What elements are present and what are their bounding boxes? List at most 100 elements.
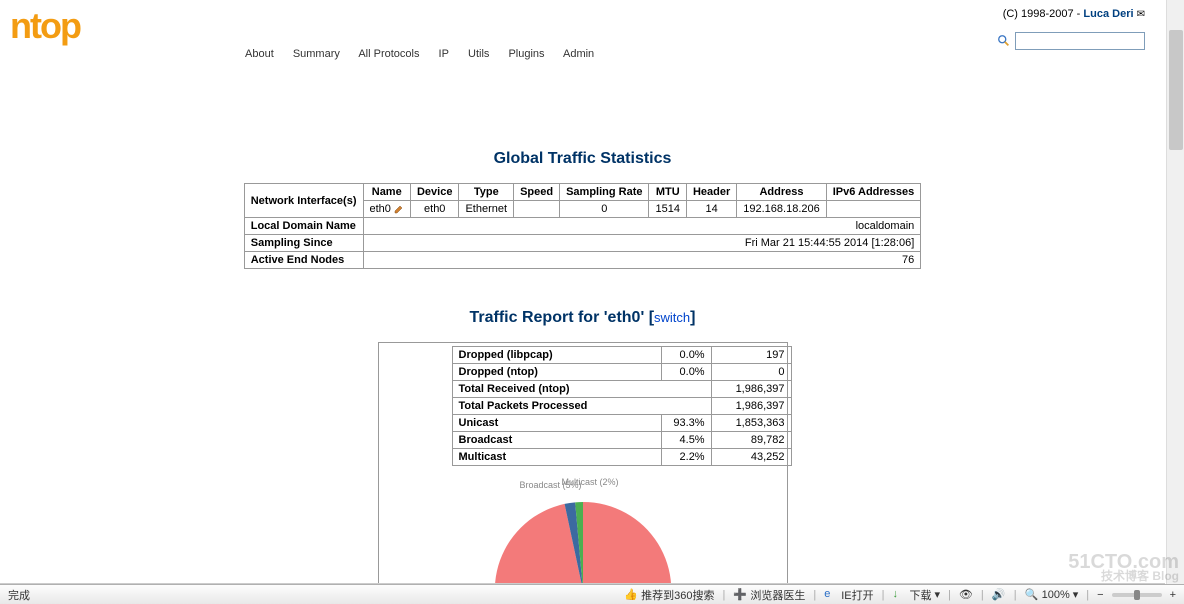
col-device: Device: [410, 184, 458, 201]
scrollbar[interactable]: [1166, 0, 1184, 584]
eye-icon: 👁: [959, 588, 973, 602]
watermark-line2: 技术博客: [1101, 569, 1149, 583]
r3-val: 1,986,397: [711, 398, 791, 415]
sb-ie[interactable]: eIE打开: [824, 587, 873, 603]
sb-rec360[interactable]: 👍推荐到360搜索: [624, 587, 714, 603]
title-close: ]: [690, 309, 695, 326]
title-suffix: ' [: [640, 309, 654, 326]
if-ipv6: [826, 201, 921, 218]
chevron-down-icon: ▾: [1073, 588, 1079, 601]
title-prefix: Traffic Report for ': [470, 309, 608, 326]
sb-zoom-out[interactable]: −: [1097, 589, 1103, 601]
watermark-line3: Blog: [1152, 569, 1179, 583]
table-row: Dropped (ntop)0.0%0: [452, 364, 791, 381]
r5-val: 89,782: [711, 432, 791, 449]
copyright-area: (C) 1998-2007 - Luca Deri ✉: [1003, 8, 1145, 20]
search-icon[interactable]: [997, 34, 1011, 48]
r4-pct: 93.3%: [661, 415, 711, 432]
r6-val: 43,252: [711, 449, 791, 466]
col-speed: Speed: [514, 184, 560, 201]
row-domain: Local Domain Name localdomain: [244, 218, 921, 235]
nav-plugins[interactable]: Plugins: [508, 48, 544, 60]
sb-zoom[interactable]: 🔍100% ▾: [1025, 588, 1079, 602]
if-header: 14: [686, 201, 736, 218]
switch-link[interactable]: switch: [654, 310, 690, 325]
sb-doctor[interactable]: ➕浏览器医生: [733, 587, 805, 603]
sampling-label: Sampling Since: [244, 235, 363, 252]
sb-download[interactable]: ↓下载 ▾: [892, 587, 940, 603]
traffic-report-title: Traffic Report for 'eth0' [switch]: [0, 309, 1165, 327]
table-row: Total Packets Processed1,986,397: [452, 398, 791, 415]
sb-zoom-label: 100%: [1042, 589, 1070, 601]
if-sampling: 0: [560, 201, 649, 218]
r5-label: Broadcast: [452, 432, 661, 449]
col-ipv6: IPv6 Addresses: [826, 184, 921, 201]
sb-rec360-label: 推荐到360搜索: [641, 587, 714, 603]
r2-val: 1,986,397: [711, 381, 791, 398]
r1-label: Dropped (ntop): [452, 364, 661, 381]
search-area: [997, 32, 1145, 50]
r6-label: Multicast: [452, 449, 661, 466]
col-name: Name: [363, 184, 410, 201]
ie-icon: e: [824, 588, 838, 602]
domain-label: Local Domain Name: [244, 218, 363, 235]
if-address: 192.168.18.206: [737, 201, 826, 218]
sb-sound[interactable]: 🔊: [992, 588, 1006, 602]
table-row: Broadcast4.5%89,782: [452, 432, 791, 449]
nav-about[interactable]: About: [245, 48, 274, 60]
status-left: 完成: [0, 587, 624, 603]
nav-admin[interactable]: Admin: [563, 48, 594, 60]
global-stats-title: Global Traffic Statistics: [0, 150, 1165, 168]
r0-val: 197: [711, 347, 791, 364]
pie-label-multicast: Multicast (2%): [562, 478, 619, 487]
sb-eye[interactable]: 👁: [959, 588, 973, 602]
nodes-label: Active End Nodes: [244, 252, 363, 269]
table-row: Dropped (libpcap)0.0%197: [452, 347, 791, 364]
nav-ip[interactable]: IP: [439, 48, 449, 60]
mail-icon[interactable]: ✉: [1137, 9, 1145, 20]
thumb-icon: 👍: [624, 588, 638, 602]
col-header: Header: [686, 184, 736, 201]
author-link[interactable]: Luca Deri: [1083, 8, 1133, 20]
interface-label: Network Interface(s): [244, 184, 363, 218]
edit-icon[interactable]: [394, 204, 404, 214]
table-row: Unicast93.3%1,853,363: [452, 415, 791, 432]
nav-all-protocols[interactable]: All Protocols: [358, 48, 419, 60]
nodes-value: 76: [363, 252, 921, 269]
r3-label: Total Packets Processed: [452, 398, 711, 415]
r4-val: 1,853,363: [711, 415, 791, 432]
plus-icon: ➕: [733, 588, 747, 602]
pie-chart: Broadcast (5%) Multicast (2%): [382, 481, 784, 584]
zoom-slider[interactable]: [1112, 593, 1162, 597]
pie-slice-unicast: [494, 502, 670, 584]
scrollbar-thumb[interactable]: [1169, 30, 1183, 150]
traffic-report-table: Dropped (libpcap)0.0%197 Dropped (ntop)0…: [452, 346, 792, 466]
sampling-value: Fri Mar 21 15:44:55 2014 [1:28:06]: [363, 235, 921, 252]
r0-pct: 0.0%: [661, 347, 711, 364]
table-row: Total Received (ntop)1,986,397: [452, 381, 791, 398]
r6-pct: 2.2%: [661, 449, 711, 466]
if-device: eth0: [410, 201, 458, 218]
r4-label: Unicast: [452, 415, 661, 432]
if-mtu: 1514: [649, 201, 686, 218]
col-mtu: MTU: [649, 184, 686, 201]
col-type: Type: [459, 184, 514, 201]
watermark: 51CTO.com 技术博客 Blog: [1068, 553, 1179, 582]
sb-doctor-label: 浏览器医生: [750, 587, 805, 603]
nav-summary[interactable]: Summary: [293, 48, 340, 60]
nav-utils[interactable]: Utils: [468, 48, 489, 60]
r1-pct: 0.0%: [661, 364, 711, 381]
main-nav: About Summary All Protocols IP Utils Plu…: [245, 48, 610, 60]
r1-val: 0: [711, 364, 791, 381]
table-row: Multicast2.2%43,252: [452, 449, 791, 466]
row-nodes: Active End Nodes 76: [244, 252, 921, 269]
col-sampling: Sampling Rate: [560, 184, 649, 201]
search-input[interactable]: [1015, 32, 1145, 50]
traffic-report-box: Dropped (libpcap)0.0%197 Dropped (ntop)0…: [378, 342, 788, 584]
download-icon: ↓: [892, 588, 906, 602]
title-interface: eth0: [608, 309, 641, 326]
zoom-icon: 🔍: [1025, 588, 1039, 602]
zoom-slider-thumb[interactable]: [1134, 590, 1140, 600]
col-address: Address: [737, 184, 826, 201]
sb-zoom-in[interactable]: +: [1170, 589, 1176, 601]
